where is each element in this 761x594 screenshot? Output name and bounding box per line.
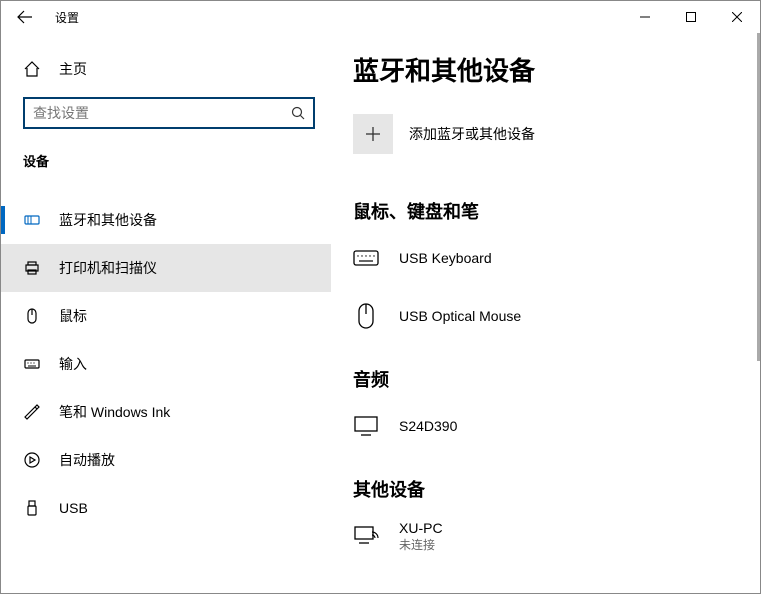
page-title: 蓝牙和其他设备 [353, 51, 730, 88]
usb-icon [23, 499, 41, 517]
group-title: 其他设备 [353, 476, 730, 502]
bluetooth-icon [23, 211, 41, 229]
keyboard-icon [353, 248, 379, 268]
device-name: USB Keyboard [399, 250, 492, 266]
device-row[interactable]: S24D390 [353, 404, 730, 448]
sidebar: 主页 设备 蓝牙和其他设备 [1, 33, 331, 593]
home-icon [23, 60, 41, 78]
sidebar-item-label: 笔和 Windows Ink [59, 402, 170, 422]
maximize-icon [686, 12, 696, 22]
sidebar-item-input[interactable]: 输入 [1, 340, 331, 388]
search-input[interactable] [33, 105, 291, 121]
device-group-mouse-keyboard: 鼠标、键盘和笔 USB Keyboard USB Optical Mouse [353, 198, 730, 338]
close-button[interactable] [714, 1, 760, 33]
minimize-button[interactable] [622, 1, 668, 33]
section-label: 设备 [1, 143, 331, 178]
sidebar-item-label: 输入 [59, 354, 87, 374]
sidebar-item-label: 蓝牙和其他设备 [59, 210, 157, 230]
add-device-label: 添加蓝牙或其他设备 [409, 124, 535, 144]
device-row[interactable]: USB Keyboard [353, 236, 730, 280]
device-group-audio: 音频 S24D390 [353, 366, 730, 448]
pc-icon [353, 525, 379, 547]
sidebar-item-autoplay[interactable]: 自动播放 [1, 436, 331, 484]
plus-icon [353, 114, 393, 154]
mouse-icon [353, 302, 379, 330]
maximize-button[interactable] [668, 1, 714, 33]
arrow-left-icon [17, 9, 33, 25]
pen-icon [23, 403, 41, 421]
sidebar-item-bluetooth[interactable]: 蓝牙和其他设备 [1, 196, 331, 244]
home-label: 主页 [59, 59, 87, 79]
back-button[interactable] [9, 1, 41, 33]
sidebar-item-label: 打印机和扫描仪 [59, 258, 157, 278]
device-name: USB Optical Mouse [399, 308, 521, 324]
scrollbar[interactable] [757, 33, 760, 361]
printer-icon [23, 259, 41, 277]
sidebar-item-printers[interactable]: 打印机和扫描仪 [1, 244, 331, 292]
nav-list: 蓝牙和其他设备 打印机和扫描仪 鼠标 [1, 196, 331, 532]
sidebar-item-pen[interactable]: 笔和 Windows Ink [1, 388, 331, 436]
home-link[interactable]: 主页 [1, 51, 331, 87]
window-controls [622, 1, 760, 33]
monitor-icon [353, 415, 379, 437]
device-name: XU-PC [399, 520, 443, 536]
titlebar: 设置 [1, 1, 760, 33]
sidebar-item-label: 自动播放 [59, 450, 115, 470]
device-group-other: 其他设备 XU-PC 未连接 [353, 476, 730, 558]
sidebar-item-label: USB [59, 500, 88, 516]
search-icon [291, 106, 305, 120]
sidebar-item-label: 鼠标 [59, 306, 87, 326]
content-pane: 蓝牙和其他设备 添加蓝牙或其他设备 鼠标、键盘和笔 USB Keyboard [331, 33, 760, 593]
close-icon [732, 12, 742, 22]
group-title: 鼠标、键盘和笔 [353, 198, 730, 224]
device-row[interactable]: USB Optical Mouse [353, 294, 730, 338]
search-box[interactable] [23, 97, 315, 129]
autoplay-icon [23, 451, 41, 469]
device-status: 未连接 [399, 536, 443, 553]
minimize-icon [640, 12, 650, 22]
window-title: 设置 [55, 9, 79, 26]
add-device-button[interactable]: 添加蓝牙或其他设备 [353, 114, 730, 154]
sidebar-item-mouse[interactable]: 鼠标 [1, 292, 331, 340]
sidebar-item-usb[interactable]: USB [1, 484, 331, 532]
mouse-icon [23, 307, 41, 325]
settings-window: 设置 主页 [0, 0, 761, 594]
device-name: S24D390 [399, 418, 457, 434]
keyboard-icon [23, 355, 41, 373]
device-row[interactable]: XU-PC 未连接 [353, 514, 730, 558]
group-title: 音频 [353, 366, 730, 392]
